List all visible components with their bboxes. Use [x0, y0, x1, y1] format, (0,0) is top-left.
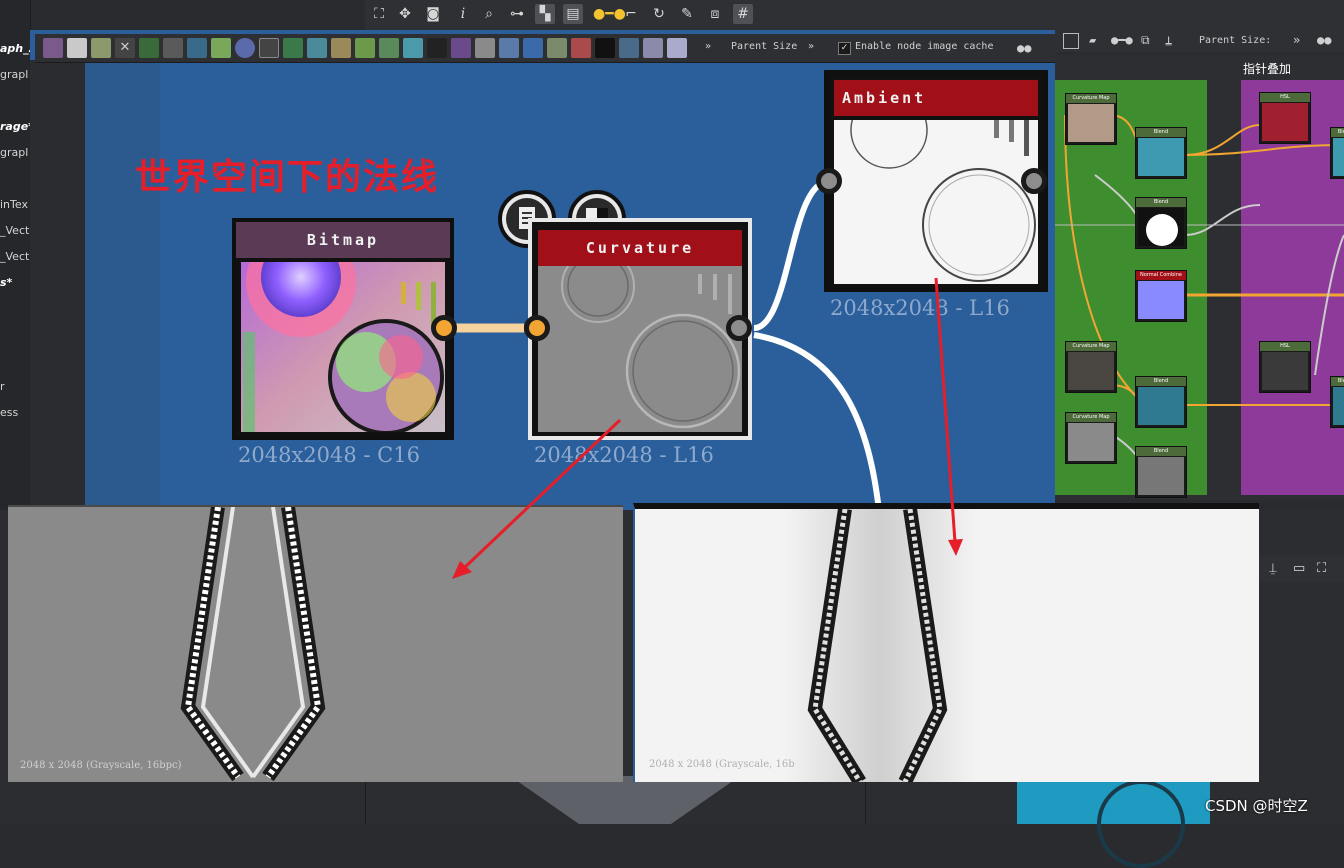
arrow-head-icon: [948, 539, 963, 556]
watermark: CSDN @时空Z: [1205, 797, 1308, 815]
annotation-arrows: [452, 277, 963, 579]
